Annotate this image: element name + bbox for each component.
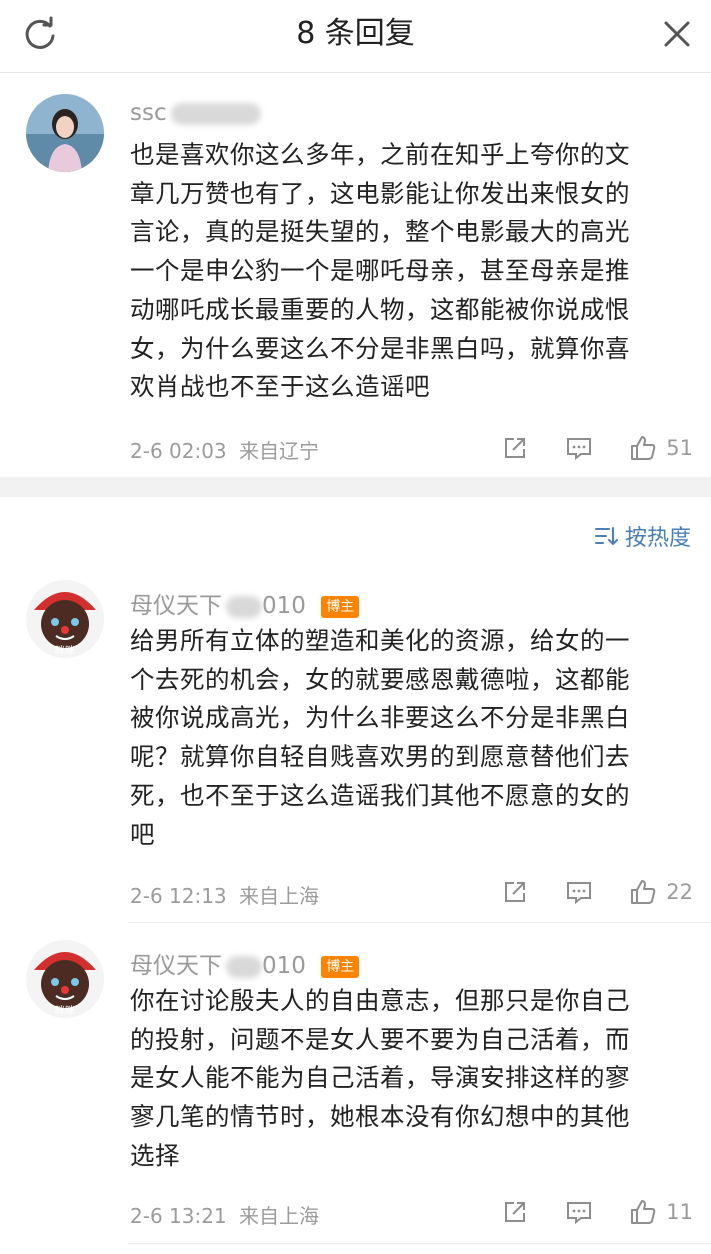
username[interactable]: ssc: [130, 100, 261, 126]
sort-icon: [594, 527, 618, 545]
comment-button[interactable]: [564, 1197, 594, 1227]
close-icon[interactable]: [657, 14, 697, 54]
comment-actions: 22: [466, 872, 693, 912]
share-button[interactable]: [500, 1197, 530, 1227]
svg-text:眯眯: 眯眯: [55, 644, 75, 657]
avatar[interactable]: 眯眯: [26, 940, 104, 1018]
comment-text: 给男所有立体的塑造和美化的资源，给女的一 个去死的机会，女的就要感恩戴德啦，这都…: [130, 626, 630, 849]
like-button[interactable]: 22: [628, 877, 693, 907]
share-icon: [505, 882, 526, 902]
blogger-badge: 博主: [321, 955, 360, 978]
share-button[interactable]: [500, 433, 530, 463]
blogger-badge: 博主: [321, 595, 360, 618]
comment-actions: 11: [466, 1192, 693, 1232]
like-count: 11: [666, 1200, 693, 1224]
comment-icon: [567, 438, 592, 461]
comment-text: 也是喜欢你这么多年，之前在知乎上夸你的文 章几万赞也有了，这电影能让你发出来恨女…: [130, 140, 630, 402]
username-blur: [226, 595, 262, 618]
page-title: 8 条回复: [296, 16, 415, 51]
username[interactable]: 母仪天下 010 博主: [130, 586, 360, 620]
share-icon: [505, 1202, 526, 1222]
share-icon: [505, 438, 526, 458]
comment-actions: 51: [466, 428, 693, 468]
comment-icon: [567, 1202, 592, 1225]
username[interactable]: 母仪天下 010 博主: [130, 946, 360, 980]
username-blur: [226, 955, 262, 978]
comment-meta: 2-6 02:03 来自辽宁: [130, 439, 320, 463]
like-icon: [631, 1200, 656, 1224]
sort-button[interactable]: 按热度: [593, 520, 691, 552]
svg-text:眯眯: 眯眯: [55, 1004, 75, 1017]
comment-text: 你在讨论殷夫人的自由意志，但那只是你自己 的投射，问题不是女人要不要为自己活着，…: [130, 986, 630, 1170]
comment-button[interactable]: [564, 433, 594, 463]
username-blur: [170, 102, 261, 125]
share-button[interactable]: [500, 877, 530, 907]
like-count: 22: [666, 880, 693, 904]
like-button[interactable]: 51: [628, 433, 693, 463]
like-button[interactable]: 11: [628, 1197, 693, 1227]
comment-divider: [128, 1243, 711, 1244]
comment-icon: [567, 882, 592, 905]
like-icon: [631, 880, 656, 904]
comment-button[interactable]: [564, 877, 594, 907]
avatar[interactable]: [26, 94, 104, 172]
avatar[interactable]: 眯眯: [26, 580, 104, 658]
comment-meta: 2-6 13:21 来自上海: [130, 1204, 320, 1228]
like-count: 51: [666, 436, 693, 460]
reply-header: 8 条回复: [0, 0, 711, 73]
like-icon: [631, 436, 656, 460]
section-separator: [0, 477, 711, 497]
comment-meta: 2-6 12:13 来自上海: [130, 884, 320, 908]
comment-divider: [128, 922, 711, 923]
